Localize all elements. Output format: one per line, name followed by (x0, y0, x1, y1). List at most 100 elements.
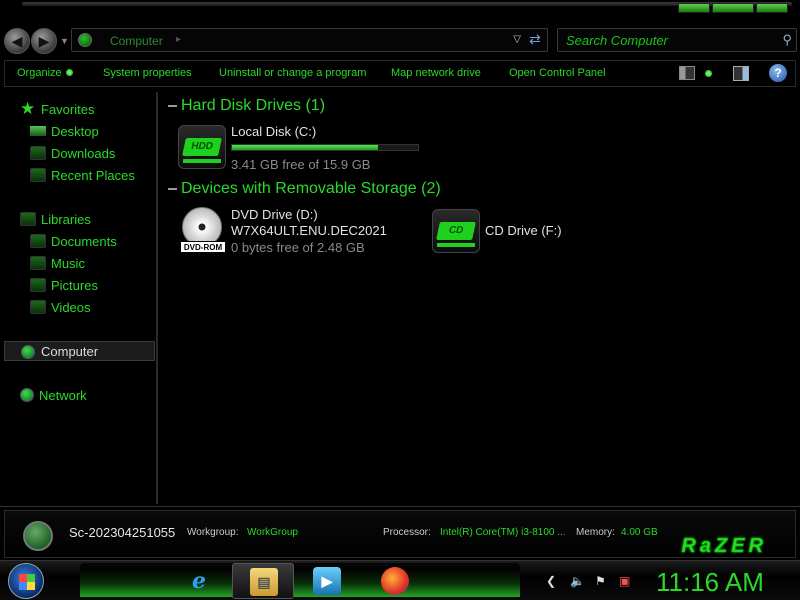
uninstall-program-button[interactable]: Uninstall or change a program (219, 67, 366, 79)
title-bar-frame (22, 2, 792, 6)
nav-item-label: Music (51, 255, 85, 271)
drive-name: Local Disk (C:) (231, 124, 317, 139)
change-view-icon[interactable] (679, 66, 695, 80)
collapse-icon (168, 188, 177, 190)
forward-button[interactable]: ▶ (31, 28, 57, 54)
nav-item-label: Recent Places (51, 167, 135, 183)
workgroup-label: Workgroup: (187, 527, 239, 538)
music-icon (30, 256, 46, 270)
organize-button[interactable]: Organize (17, 67, 73, 79)
windows-logo-icon (19, 574, 35, 590)
nav-item-videos[interactable]: Videos (30, 298, 91, 316)
downloads-folder-icon (30, 146, 46, 160)
nav-item-music[interactable]: Music (30, 254, 85, 272)
nav-item-pictures[interactable]: Pictures (30, 276, 98, 294)
arrow-right-icon: ▶ (38, 32, 50, 49)
drive-free-space: 3.41 GB free of 15.9 GB (231, 157, 371, 172)
nav-item-recent-places[interactable]: Recent Places (30, 166, 135, 184)
memory-label: Memory: (576, 527, 615, 538)
command-bar: Organize System properties Uninstall or … (4, 60, 796, 87)
group-header-label: Hard Disk Drives (1) (181, 97, 326, 114)
nav-item-label: Downloads (51, 145, 116, 161)
search-input[interactable] (566, 32, 766, 48)
taskbar-internet-explorer[interactable]: e (168, 563, 230, 599)
details-frame: Sc-202304251055 Workgroup: WorkGroup Pro… (4, 510, 796, 558)
taskbar-clock[interactable]: 11:16 AM (656, 567, 764, 598)
pictures-icon (30, 278, 46, 292)
taskbar-media-player[interactable]: ▶ (296, 563, 358, 599)
arrow-left-icon: ◀ (11, 32, 23, 49)
drive-name: CD Drive (F:) (485, 223, 562, 238)
nav-item-label: Documents (51, 233, 117, 249)
group-header-label: Devices with Removable Storage (2) (181, 180, 441, 197)
dvd-drive-icon: DVD-ROM (180, 207, 226, 253)
group-header-removable-storage[interactable]: Devices with Removable Storage (2) (168, 179, 441, 199)
disk-usage-bar (231, 144, 419, 151)
computer-name: Sc-202304251055 (69, 525, 176, 540)
nav-favorites[interactable]: ★ Favorites (20, 100, 94, 118)
window-controls (678, 3, 788, 13)
content-pane: Hard Disk Drives (1) HDD Local Disk (C:)… (162, 92, 800, 504)
nav-network-label: Network (39, 387, 87, 403)
documents-icon (30, 234, 46, 248)
computer-icon (78, 33, 92, 47)
search-icon[interactable]: ⚲ (782, 32, 792, 48)
map-network-drive-button[interactable]: Map network drive (391, 67, 481, 79)
organize-label: Organize (17, 67, 62, 79)
nav-libraries-label: Libraries (41, 211, 91, 227)
dvd-rom-label: DVD-ROM (180, 241, 226, 253)
desktop-icon (30, 126, 46, 136)
back-button[interactable]: ◀ (4, 28, 30, 54)
collapse-icon (168, 105, 177, 107)
nav-computer-label: Computer (41, 344, 99, 359)
taskbar-windows-explorer[interactable]: ▤ (232, 563, 294, 599)
address-dropdown-icon[interactable]: ▽ (513, 34, 521, 45)
workgroup-value: WorkGroup (247, 527, 298, 538)
breadcrumb-computer[interactable]: Computer (110, 34, 163, 48)
network-icon (20, 388, 34, 402)
address-bar[interactable]: Computer ▸ ▽ ⇄ (71, 28, 548, 52)
volume-icon[interactable]: 🔈 (570, 574, 585, 588)
preview-pane-icon[interactable] (733, 66, 749, 81)
nav-item-label: Pictures (51, 277, 98, 293)
taskbar: e ▤ ▶ ❮ 🔈 ⚑ ▣ 11:16 AM (0, 560, 800, 600)
razer-logo: RaZER (681, 535, 767, 558)
open-control-panel-button[interactable]: Open Control Panel (509, 67, 606, 79)
details-pane: Sc-202304251055 Workgroup: WorkGroup Pro… (0, 506, 800, 560)
search-box[interactable]: ⚲ (557, 28, 797, 52)
nav-item-downloads[interactable]: Downloads (30, 144, 115, 162)
navigation-row: ◀ ▶ ▼ Computer ▸ ▽ ⇄ ⚲ (0, 24, 800, 56)
maximize-button[interactable] (712, 3, 754, 13)
network-status-icon[interactable]: ▣ (619, 574, 630, 588)
refresh-icon[interactable]: ⇄ (525, 31, 545, 49)
cd-plate: CD (436, 222, 476, 240)
breadcrumb-chevron-icon[interactable]: ▸ (176, 34, 181, 45)
media-player-icon: ▶ (313, 567, 341, 595)
drive-free-space: 0 bytes free of 2.48 GB (231, 240, 365, 255)
nav-network[interactable]: Network (20, 386, 87, 404)
videos-icon (30, 300, 46, 314)
dropdown-dot-icon (65, 69, 73, 76)
taskbar-firefox[interactable] (364, 563, 426, 599)
group-header-hard-disk-drives[interactable]: Hard Disk Drives (1) (168, 96, 325, 116)
processor-value: Intel(R) Core(TM) i3-8100 ... (440, 527, 566, 538)
view-options-dot-icon[interactable] (705, 70, 712, 77)
nav-item-documents[interactable]: Documents (30, 232, 117, 250)
recent-pages-dropdown[interactable]: ▼ (60, 36, 69, 46)
nav-item-label: Videos (51, 299, 91, 315)
processor-label: Processor: (383, 527, 431, 538)
firefox-icon (381, 567, 409, 595)
start-button[interactable] (8, 563, 44, 599)
minimize-button[interactable] (678, 3, 710, 13)
show-hidden-icons-icon[interactable]: ❮ (546, 574, 556, 588)
system-properties-button[interactable]: System properties (103, 67, 192, 79)
nav-computer[interactable]: Computer (4, 341, 155, 361)
hard-disk-icon: HDD (178, 125, 226, 169)
libraries-icon (20, 212, 36, 226)
action-center-flag-icon[interactable]: ⚑ (595, 574, 606, 588)
nav-item-desktop[interactable]: Desktop (30, 122, 99, 140)
close-button[interactable] (756, 3, 788, 13)
nav-libraries[interactable]: Libraries (20, 210, 91, 228)
help-icon[interactable]: ? (769, 64, 787, 82)
drive-volume-label: W7X64ULT.ENU.DEC2021 (231, 223, 387, 238)
